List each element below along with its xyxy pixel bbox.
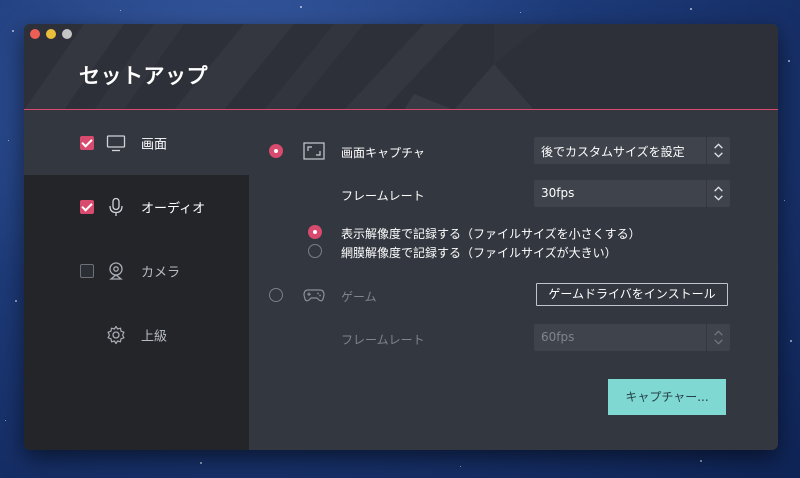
sidebar-item-screen[interactable]: 画面 bbox=[24, 111, 249, 175]
game-capture-radio[interactable] bbox=[269, 288, 283, 302]
sidebar-item-camera[interactable]: カメラ bbox=[24, 239, 249, 303]
select-value: 30fps bbox=[541, 186, 575, 200]
screen-framerate-select[interactable]: 30fps bbox=[534, 180, 730, 207]
display-resolution-label: 表示解像度で記録する（ファイルサイズを小さくする） bbox=[341, 227, 641, 241]
sidebar-item-advanced[interactable]: 上級 bbox=[24, 303, 249, 367]
sidebar-item-label: 画面 bbox=[141, 137, 168, 153]
microphone-icon bbox=[109, 197, 123, 216]
camera-checkbox[interactable] bbox=[80, 264, 94, 278]
minimize-button[interactable] bbox=[46, 29, 56, 39]
gamepad-icon bbox=[303, 289, 325, 302]
capture-button[interactable]: キャプチャー... bbox=[608, 379, 726, 415]
screen-capture-radio[interactable] bbox=[269, 144, 283, 158]
select-value: 60fps bbox=[541, 330, 575, 344]
screen-region-icon bbox=[303, 142, 325, 160]
retina-resolution-label: 網膜解像度で記録する（ファイルサイズが大きい） bbox=[341, 246, 617, 260]
zoom-button[interactable] bbox=[62, 29, 72, 39]
chevron-updown-icon bbox=[706, 137, 723, 164]
chevron-updown-icon bbox=[706, 324, 723, 351]
window-header: セットアップ bbox=[24, 24, 778, 110]
sidebar-item-label: 上級 bbox=[141, 329, 168, 345]
screen-checkbox[interactable] bbox=[80, 136, 94, 150]
gear-icon bbox=[107, 325, 125, 345]
close-button[interactable] bbox=[30, 29, 40, 39]
window-title: セットアップ bbox=[79, 64, 208, 88]
webcam-icon bbox=[109, 262, 123, 280]
setup-window: セットアップ 画面 オーディオ カメラ 上級 画面キャプチャ 後でカスタムサイズ… bbox=[24, 24, 778, 450]
sidebar-item-label: カメラ bbox=[141, 265, 181, 281]
window-controls bbox=[30, 29, 72, 39]
display-resolution-radio[interactable] bbox=[308, 225, 322, 239]
select-value: 後でカスタムサイズを設定 bbox=[541, 145, 685, 159]
framerate-label: フレームレート bbox=[341, 189, 425, 203]
framerate-label: フレームレート bbox=[341, 333, 425, 347]
monitor-icon bbox=[106, 135, 126, 152]
capture-size-select[interactable]: 後でカスタムサイズを設定 bbox=[534, 137, 730, 164]
chevron-updown-icon bbox=[706, 180, 723, 207]
screen-capture-label: 画面キャプチャ bbox=[341, 146, 425, 160]
retina-resolution-radio[interactable] bbox=[308, 244, 322, 258]
game-capture-label: ゲーム bbox=[341, 290, 377, 304]
game-framerate-select[interactable]: 60fps bbox=[534, 324, 730, 351]
sidebar-item-label: オーディオ bbox=[141, 201, 206, 217]
install-game-driver-button[interactable]: ゲームドライバをインストール bbox=[536, 283, 728, 306]
sidebar: 画面 オーディオ カメラ 上級 bbox=[24, 111, 249, 450]
sidebar-item-audio[interactable]: オーディオ bbox=[24, 175, 249, 239]
audio-checkbox[interactable] bbox=[80, 200, 94, 214]
